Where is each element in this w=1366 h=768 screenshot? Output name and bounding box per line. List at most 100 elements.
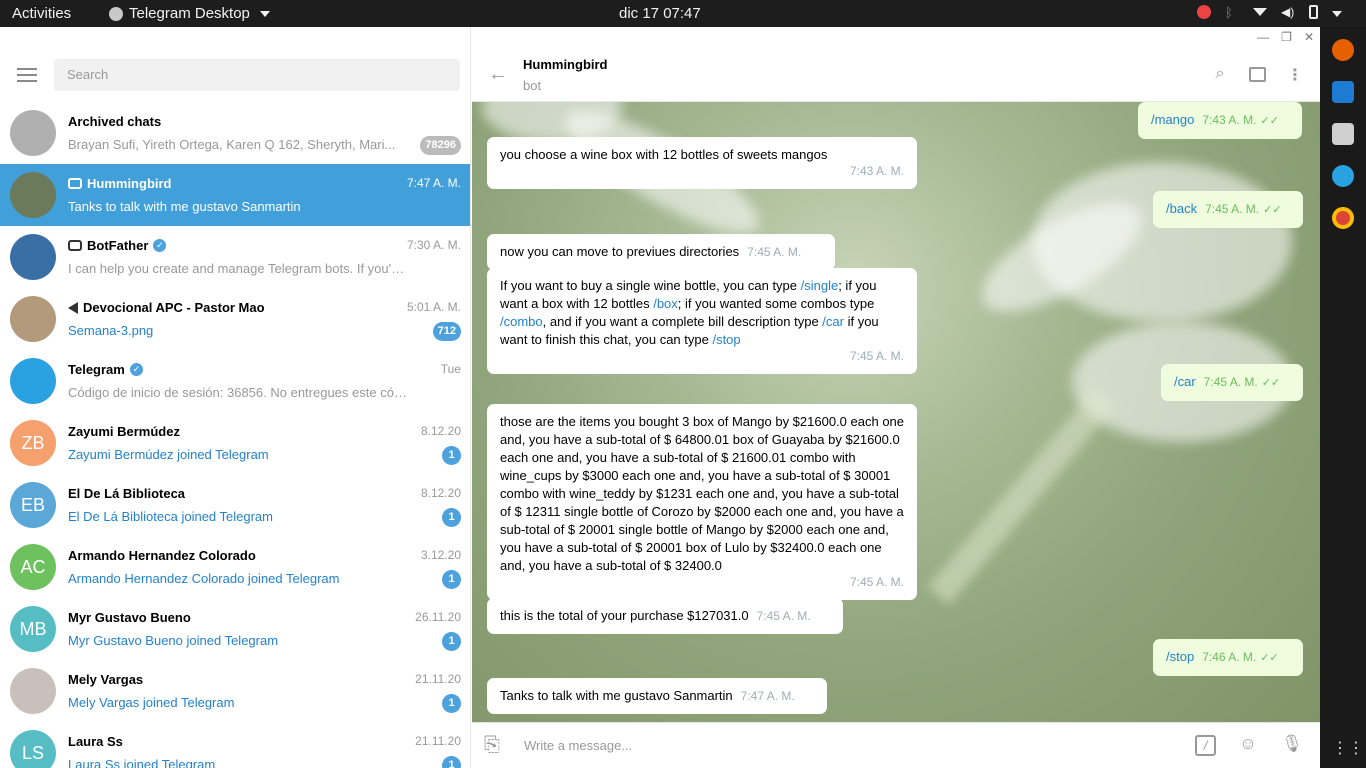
message-time: 7:45 A. M. (756, 609, 811, 623)
emoji-icon[interactable]: ☺ (1236, 734, 1260, 756)
message-text[interactable]: /back (1166, 201, 1197, 216)
hamburger-menu-icon[interactable] (17, 68, 37, 82)
files-icon[interactable] (1332, 123, 1354, 145)
command-link[interactable]: /car (822, 314, 844, 329)
bluetooth-icon[interactable]: ᛒ (1225, 5, 1239, 20)
outgoing-message[interactable]: /stop 7:46 A. M. ✓✓ (1153, 639, 1303, 676)
message-text[interactable]: /car (1174, 374, 1196, 389)
avatar (10, 668, 56, 714)
incoming-message[interactable]: now you can move to previues directories… (487, 234, 835, 270)
verified-icon: ✓ (153, 239, 167, 252)
clock[interactable]: dic 17 07:47 (619, 5, 701, 22)
system-tray: ᛒ ◀) (1197, 5, 1342, 20)
verified-icon: ✓ (129, 363, 143, 376)
show-applications-icon[interactable]: ⋮⋮⋮ (1332, 738, 1366, 758)
unread-badge: 1 (442, 756, 461, 768)
chat-title[interactable]: Hummingbird (523, 57, 608, 72)
chat-name: Hummingbird (87, 176, 172, 191)
chat-name: Archived chats (68, 114, 162, 129)
search-input[interactable]: Search (54, 59, 460, 91)
read-checks-icon: ✓✓ (1261, 377, 1281, 389)
wifi-icon[interactable] (1253, 8, 1267, 16)
chat-list-item[interactable]: Hummingbird 7:47 A. M. Tanks to talk with … (0, 164, 470, 226)
incoming-message[interactable]: Tanks to talk with me gustavo Sanmartin 7… (487, 678, 827, 714)
chat-name: BotFather (87, 238, 149, 253)
attach-icon[interactable]: ⎘ (484, 734, 500, 757)
incoming-message[interactable]: those are the items you bought 3 box of … (487, 404, 917, 600)
outgoing-message[interactable]: /back 7:45 A. M. ✓✓ (1153, 191, 1303, 228)
chat-list-item[interactable]: Mely Vargas 21.11.20 Mely Vargas joined Te… (0, 660, 470, 722)
avatar: AC (10, 544, 56, 590)
message-input[interactable]: Write a message... (524, 738, 632, 753)
chat-list-item[interactable]: MB Myr Gustavo Bueno 26.11.20 Myr Gustavo B… (0, 598, 470, 660)
chat-time: 7:47 A. M. (406, 176, 461, 190)
command-link[interactable]: /stop (712, 332, 740, 347)
minimize-icon[interactable]: — (1257, 30, 1269, 44)
maximize-icon[interactable]: ❐ (1281, 30, 1292, 44)
message-text[interactable]: /stop (1166, 649, 1194, 664)
more-vertical-icon[interactable]: ⋮ (1286, 65, 1304, 84)
message-text: you choose a wine box with 12 bottles of… (500, 147, 828, 162)
incoming-message[interactable]: If you want to buy a single wine bottle,… (487, 268, 917, 374)
chat-preview: Brayan Sufi, Yireth Ortega, Karen Q 162,… (68, 137, 396, 152)
chat-list-item[interactable]: BotFather ✓ 7:30 A. M. I can help you creat… (0, 226, 470, 288)
close-icon[interactable]: ✕ (1304, 30, 1314, 44)
chat-preview: Laura Ss joined Telegram (68, 757, 216, 768)
chat-preview: Código de inicio de sesión: 36856. No en… (68, 385, 408, 400)
caret-down-icon[interactable] (1332, 11, 1342, 17)
battery-icon[interactable] (1309, 5, 1318, 19)
chat-preview: El De Lá Biblioteca joined Telegram (68, 509, 273, 524)
chat-name: El De Lá Biblioteca (68, 486, 186, 501)
message-text[interactable]: /mango (1151, 112, 1194, 127)
volume-icon[interactable]: ◀) (1281, 5, 1295, 19)
bot-commands-icon[interactable]: / (1195, 734, 1216, 756)
chat-time: 7:30 A. M. (406, 238, 461, 252)
chat-list-item[interactable]: LS Laura Ss 21.11.20 Laura Ss joined Telegr… (0, 722, 470, 768)
back-arrow-icon[interactable]: ← (488, 63, 508, 86)
chrome-icon[interactable] (1332, 207, 1354, 229)
firefox-icon[interactable] (1332, 39, 1354, 61)
message-time: 7:43 A. M. (1202, 113, 1257, 127)
outgoing-message[interactable]: /mango 7:43 A. M. ✓✓ (1138, 102, 1302, 139)
chat-list-item[interactable]: Devocional APC - Pastor Mao 5:01 A. M. Sem… (0, 288, 470, 350)
telegram-dock-icon[interactable] (1332, 165, 1354, 187)
message-text: , and if you want a complete bill descri… (542, 314, 823, 329)
chat-name-row: Mely Vargas (68, 672, 143, 687)
incoming-message[interactable]: you choose a wine box with 12 bottles of… (487, 137, 917, 189)
chat-list-item[interactable]: EB El De Lá Biblioteca 8.12.20 El De Lá Bib… (0, 474, 470, 536)
message-area[interactable]: /mango 7:43 A. M. ✓✓ you choose a wine box … (472, 102, 1320, 722)
chat-header: — ❐ ✕ ← Hummingbird bot ⌕ ⋮ (472, 27, 1320, 102)
bot-icon (68, 178, 82, 189)
command-link[interactable]: /box (653, 296, 678, 311)
activities-button[interactable]: Activities (12, 5, 71, 22)
app-name: Telegram Desktop (129, 5, 250, 22)
chat-name: Telegram (68, 362, 125, 377)
telegram-icon (109, 6, 123, 21)
vscode-icon[interactable] (1332, 81, 1354, 103)
command-link[interactable]: /combo (500, 314, 543, 329)
chat-time: Tue (440, 362, 461, 376)
header-actions: ⌕ ⋮ (1211, 65, 1304, 84)
outgoing-message[interactable]: /car 7:45 A. M. ✓✓ (1161, 364, 1303, 401)
dock: ⋮⋮⋮ (1320, 27, 1366, 768)
app-menu[interactable]: Telegram Desktop (109, 5, 270, 22)
message-time: 7:45 A. M. (849, 349, 904, 363)
record-icon[interactable] (1197, 5, 1211, 19)
channel-icon (68, 301, 78, 314)
chat-list-item[interactable]: Telegram ✓ Tue Código de inicio de sesión: … (0, 350, 470, 412)
chat-name-row: Archived chats (68, 114, 161, 129)
chat-list-item[interactable]: AC Armando Hernandez Colorado 3.12.20 Arman… (0, 536, 470, 598)
chat-time: 21.11.20 (415, 734, 461, 748)
message-time: 7:45 A. M. (1205, 202, 1260, 216)
message-text: this is the total of your purchase $1270… (500, 608, 749, 623)
command-link[interactable]: /single (801, 278, 839, 293)
search-icon[interactable]: ⌕ (1211, 65, 1229, 83)
microphone-icon[interactable]: 🎙︎ (1280, 734, 1304, 756)
chat-name-row: Telegram ✓ (68, 362, 143, 377)
chat-list-item[interactable]: Archived chats Brayan Sufi, Yireth Ortega… (0, 102, 470, 164)
chat-name: Devocional APC - Pastor Mao (83, 300, 265, 315)
sidebar-toggle-icon[interactable] (1249, 66, 1266, 82)
incoming-message[interactable]: this is the total of your purchase $1270… (487, 598, 843, 634)
chat-list-item[interactable]: ZB Zayumi Bermúdez 8.12.20 Zayumi Bermúdez … (0, 412, 470, 474)
chat-name-row: Armando Hernandez Colorado (68, 548, 256, 563)
